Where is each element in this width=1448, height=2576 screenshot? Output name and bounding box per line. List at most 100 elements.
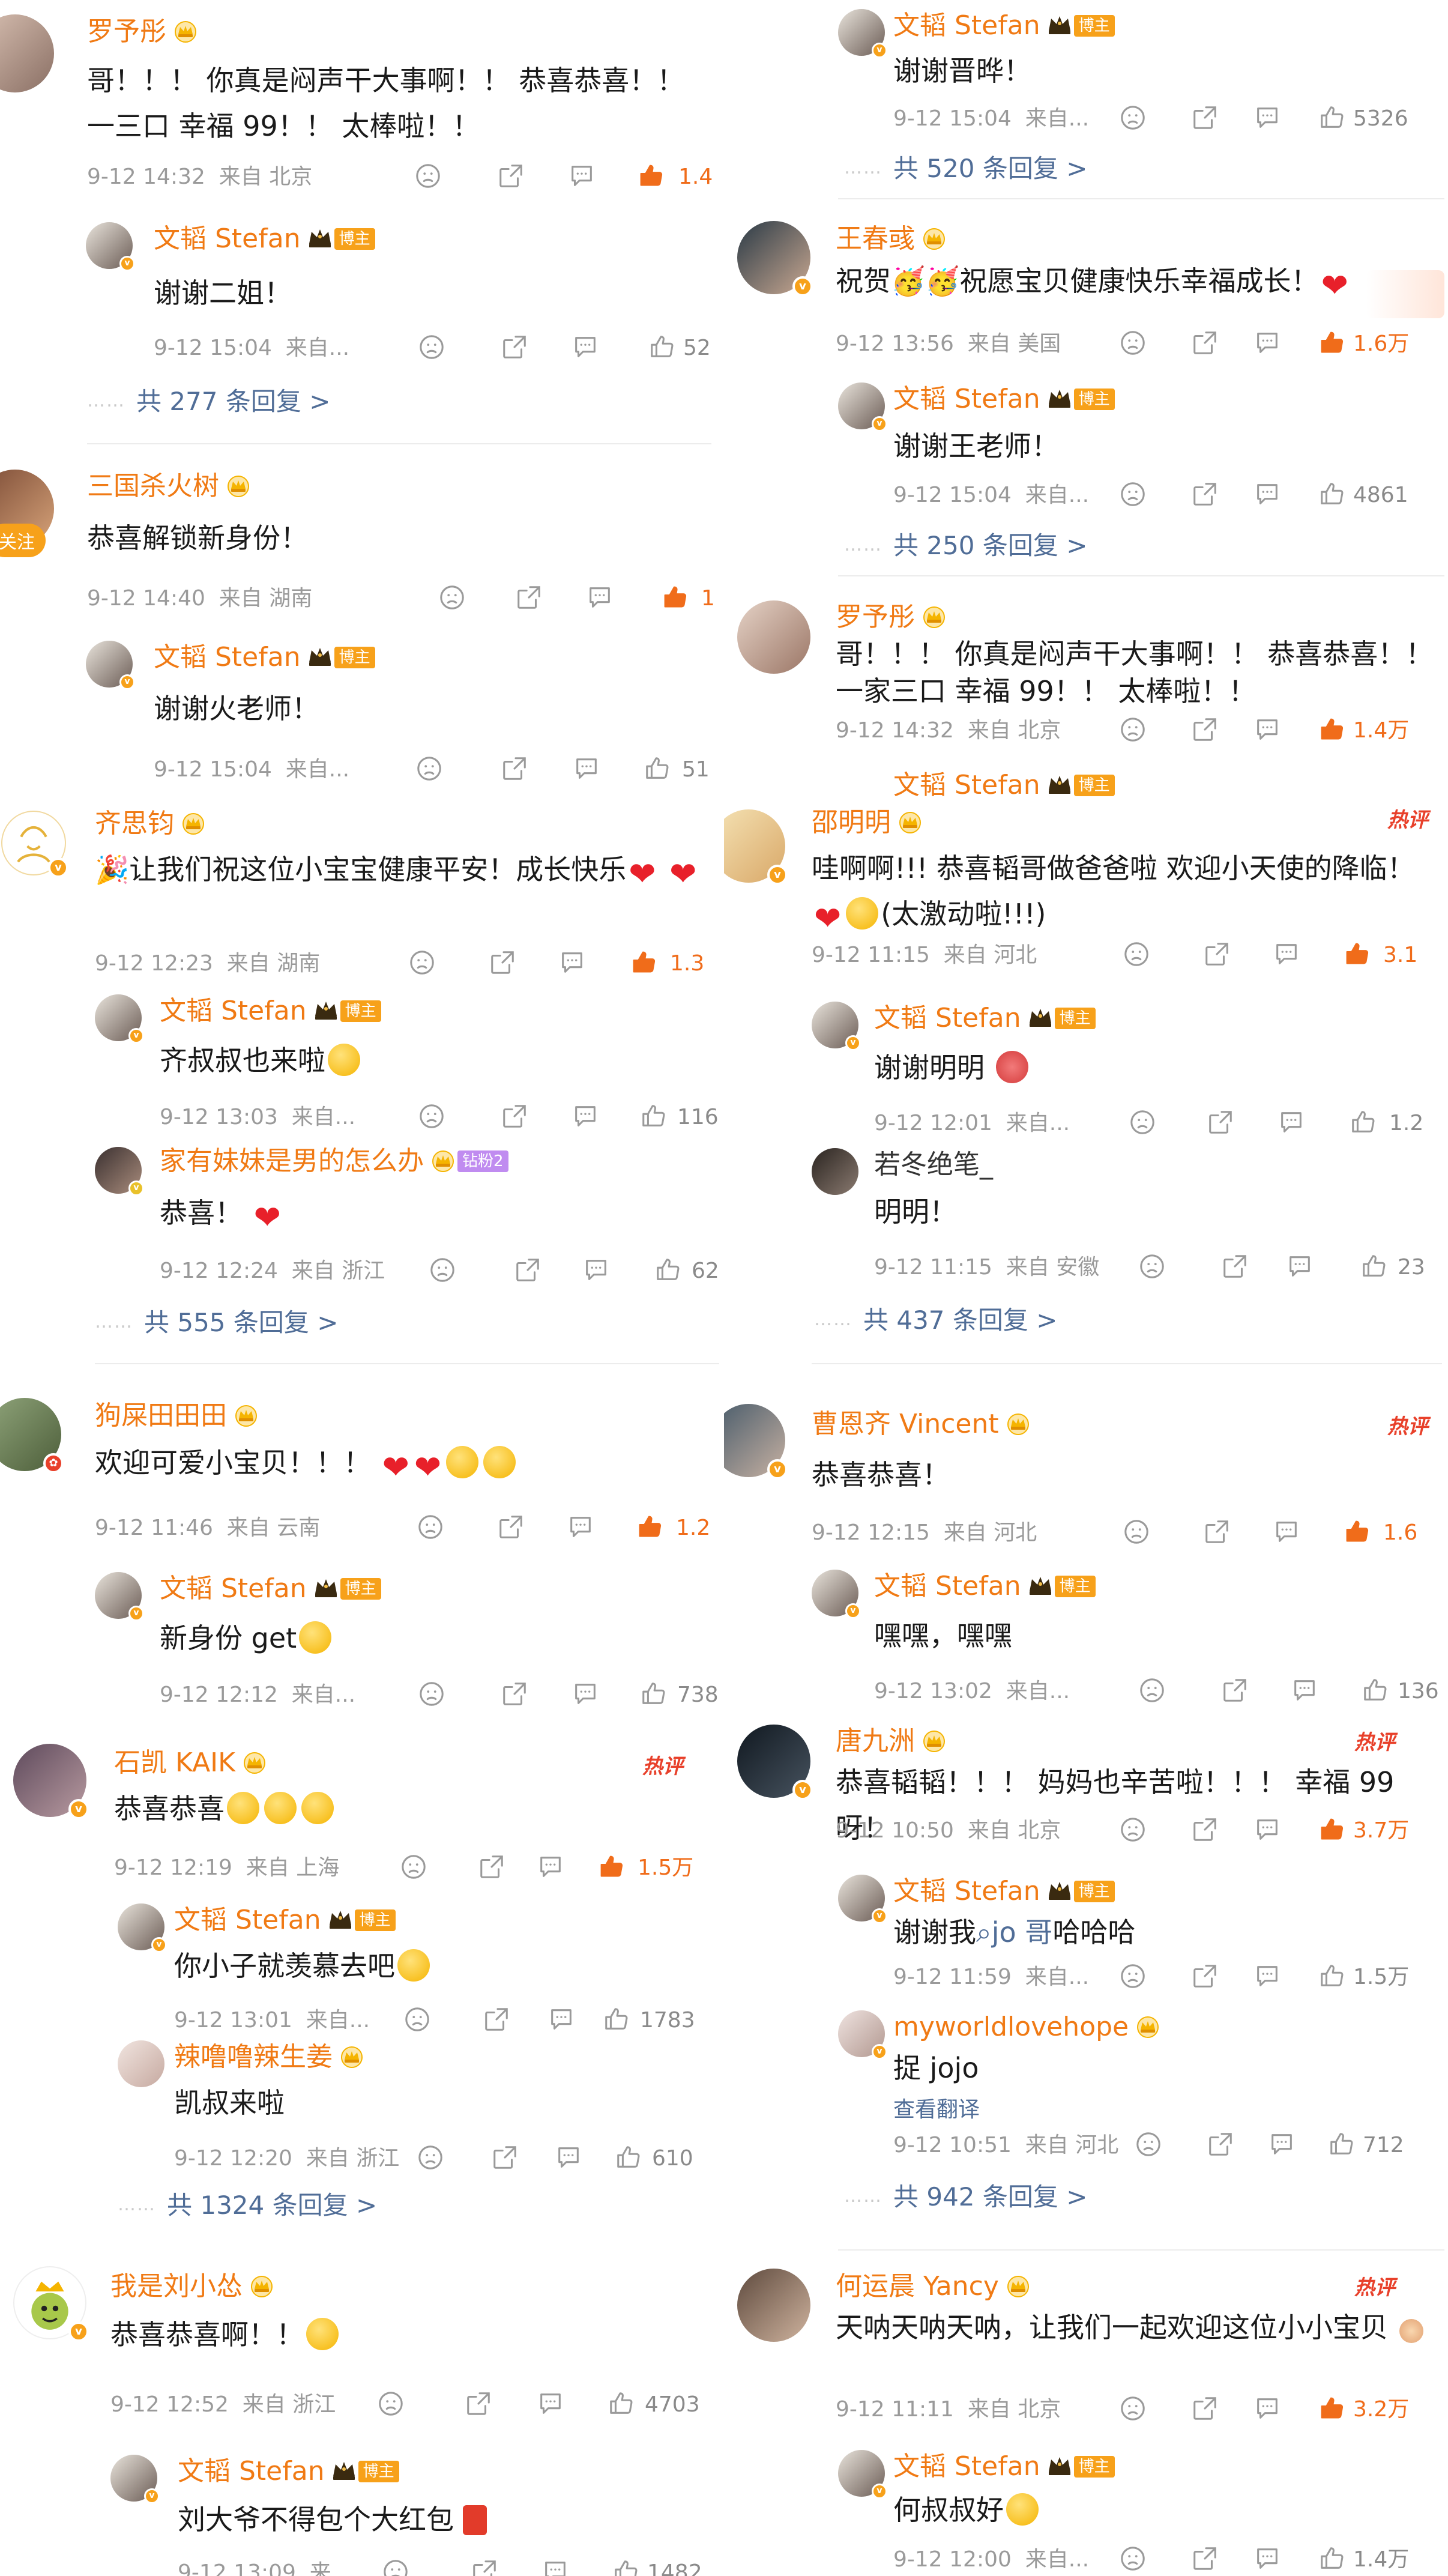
- blogger-avatar[interactable]: v: [838, 9, 887, 58]
- share-icon[interactable]: [1221, 1253, 1249, 1283]
- more-replies-link[interactable]: …… 共 942 条回复 >: [844, 2180, 1087, 2214]
- dislike-icon[interactable]: [1138, 1253, 1166, 1283]
- comment-icon[interactable]: [1253, 716, 1281, 746]
- share-icon[interactable]: [1191, 329, 1219, 359]
- blogger-name[interactable]: 文韬 Stefan 博主: [154, 641, 375, 674]
- share-icon[interactable]: [489, 949, 516, 979]
- dislike-icon[interactable]: [1123, 940, 1150, 970]
- mention-link[interactable]: ⌕jo 哥: [976, 1916, 1052, 1949]
- comment-icon[interactable]: [1253, 480, 1281, 510]
- commenter-name[interactable]: myworldlovehope: [893, 2010, 1161, 2044]
- comment-icon[interactable]: [555, 2144, 582, 2174]
- commenter-name[interactable]: 齐思钧: [95, 807, 207, 841]
- commenter-name[interactable]: 罗予彤: [836, 600, 947, 634]
- comment-icon[interactable]: [1273, 940, 1300, 970]
- blogger-name[interactable]: 文韬 Stefan 博主: [874, 1570, 1096, 1603]
- blogger-avatar[interactable]: v: [95, 994, 144, 1044]
- share-icon[interactable]: [471, 2558, 498, 2576]
- dislike-icon[interactable]: [418, 1680, 445, 1710]
- comment-icon[interactable]: [586, 584, 614, 614]
- blogger-avatar[interactable]: v: [812, 1002, 861, 1051]
- share-icon[interactable]: [1221, 1677, 1249, 1707]
- comment-icon[interactable]: [582, 1256, 610, 1286]
- share-icon[interactable]: [483, 2006, 510, 2036]
- blogger-name[interactable]: 文韬 Stefan 博主: [893, 1875, 1115, 1908]
- share-icon[interactable]: [501, 333, 528, 363]
- blogger-name[interactable]: 文韬 Stefan 博主: [154, 222, 375, 256]
- share-icon[interactable]: [1207, 2130, 1234, 2160]
- dislike-icon[interactable]: [1123, 1518, 1150, 1548]
- dislike-icon[interactable]: [438, 584, 466, 614]
- more-replies-link[interactable]: …… 共 555 条回复 >: [95, 1305, 338, 1340]
- share-icon[interactable]: [491, 2144, 519, 2174]
- dislike-icon[interactable]: [1119, 2395, 1147, 2425]
- commenter-name[interactable]: 曹恩齐 Vincent: [812, 1407, 1031, 1441]
- comment-icon[interactable]: [1253, 1816, 1281, 1846]
- avatar[interactable]: v: [13, 2266, 89, 2342]
- avatar[interactable]: v: [737, 1725, 813, 1800]
- dislike-icon[interactable]: [417, 1513, 444, 1543]
- dislike-icon[interactable]: [382, 2558, 409, 2576]
- like-icon[interactable]: [636, 1513, 664, 1543]
- share-icon[interactable]: [1203, 940, 1231, 970]
- share-icon[interactable]: [501, 755, 528, 785]
- comment-icon[interactable]: [573, 755, 600, 785]
- blogger-avatar[interactable]: v: [118, 1903, 167, 1953]
- dislike-icon[interactable]: [408, 949, 436, 979]
- comment-icon[interactable]: [572, 1680, 599, 1710]
- blogger-avatar[interactable]: v: [838, 2450, 887, 2499]
- dislike-icon[interactable]: [377, 2390, 405, 2420]
- avatar[interactable]: [812, 1148, 858, 1195]
- share-icon[interactable]: [1207, 1108, 1234, 1138]
- share-icon[interactable]: [1191, 716, 1219, 746]
- like-icon[interactable]: [638, 162, 665, 192]
- like-icon[interactable]: [598, 1853, 626, 1883]
- like-icon[interactable]: [1318, 1816, 1346, 1846]
- dislike-icon[interactable]: [1135, 2130, 1162, 2160]
- share-icon[interactable]: [497, 1513, 525, 1543]
- blogger-name[interactable]: 文韬 Stefan 博主: [174, 1903, 396, 1937]
- like-icon[interactable]: [615, 2144, 642, 2174]
- blogger-avatar[interactable]: v: [86, 641, 135, 690]
- like-icon[interactable]: [612, 2558, 640, 2576]
- share-icon[interactable]: [1203, 1518, 1231, 1548]
- comment-icon[interactable]: [1278, 1108, 1305, 1138]
- blogger-avatar[interactable]: v: [838, 382, 887, 432]
- dislike-icon[interactable]: [414, 162, 442, 192]
- share-icon[interactable]: [1191, 1962, 1219, 1992]
- more-replies-link[interactable]: …… 共 520 条回复 >: [844, 151, 1087, 186]
- avatar[interactable]: ✿: [0, 1398, 64, 1474]
- comment-icon[interactable]: [1253, 2395, 1281, 2425]
- commenter-name[interactable]: 石凯 KAIK: [114, 1746, 268, 1780]
- share-icon[interactable]: [1191, 1816, 1219, 1846]
- comment-icon[interactable]: [537, 2390, 564, 2420]
- share-icon[interactable]: [501, 1680, 528, 1710]
- like-icon[interactable]: [1318, 104, 1346, 134]
- like-icon[interactable]: [640, 1102, 668, 1132]
- share-icon[interactable]: [465, 2390, 492, 2420]
- like-icon[interactable]: [1350, 1108, 1377, 1138]
- like-icon[interactable]: [608, 2390, 635, 2420]
- comment-icon[interactable]: [1253, 1962, 1281, 1992]
- commenter-name[interactable]: 何运晨 Yancy: [836, 2270, 1031, 2303]
- avatar[interactable]: [737, 2269, 810, 2342]
- avatar[interactable]: v: [737, 221, 813, 297]
- commenter-name[interactable]: 辣噜噜辣生姜: [174, 2040, 365, 2074]
- comment-icon[interactable]: [1253, 2545, 1281, 2575]
- avatar[interactable]: [0, 14, 54, 92]
- comment-icon[interactable]: [1273, 1518, 1300, 1548]
- like-icon[interactable]: [648, 333, 676, 363]
- blogger-avatar[interactable]: v: [86, 222, 135, 271]
- dislike-icon[interactable]: [1119, 2545, 1147, 2575]
- avatar[interactable]: [118, 2040, 164, 2087]
- like-icon[interactable]: [1328, 2130, 1356, 2160]
- commenter-name[interactable]: 若冬绝笔_: [874, 1148, 993, 1182]
- blogger-avatar[interactable]: v: [95, 1572, 144, 1621]
- comment-icon[interactable]: [568, 162, 596, 192]
- share-icon[interactable]: [515, 584, 543, 614]
- share-icon[interactable]: [501, 1102, 528, 1132]
- share-icon[interactable]: [1191, 2545, 1219, 2575]
- avatar[interactable]: v: [724, 1404, 788, 1480]
- like-icon[interactable]: [1344, 940, 1371, 970]
- dislike-icon[interactable]: [1119, 716, 1147, 746]
